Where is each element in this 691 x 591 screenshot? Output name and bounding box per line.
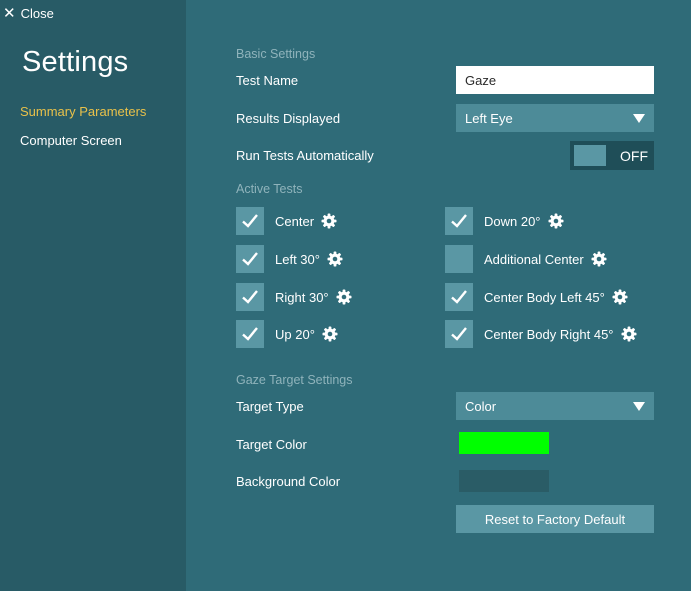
test-item-additional-center[interactable]: Additional Center <box>445 245 607 273</box>
test-name-label: Test Name <box>236 73 299 88</box>
close-icon: ✕ <box>3 4 16 22</box>
gear-icon[interactable] <box>321 213 337 229</box>
test-label: Up 20° <box>275 326 315 342</box>
page-title: Settings <box>22 46 129 78</box>
chevron-down-icon <box>633 113 645 123</box>
run-tests-automatically-label: Run Tests Automatically <box>236 148 374 163</box>
results-displayed-dropdown[interactable]: Left Eye <box>456 104 654 132</box>
gear-icon[interactable] <box>548 213 564 229</box>
test-item-center-body-left-45[interactable]: Center Body Left 45° <box>445 283 628 311</box>
sidebar: ✕ Close Settings Summary Parameters Comp… <box>0 0 186 591</box>
test-item-center[interactable]: Center <box>236 207 337 235</box>
target-type-label: Target Type <box>236 399 304 414</box>
reset-to-factory-default-button[interactable]: Reset to Factory Default <box>456 505 654 533</box>
close-button[interactable]: ✕ Close <box>3 4 54 22</box>
sidebar-item-summary-parameters[interactable]: Summary Parameters <box>20 104 146 119</box>
background-color-label: Background Color <box>236 474 341 489</box>
check-icon <box>451 327 467 341</box>
gear-icon[interactable] <box>621 326 637 342</box>
toggle-state: OFF <box>620 147 648 164</box>
settings-panel: Basic Settings Test Name Results Display… <box>186 0 691 591</box>
checkbox-unchecked[interactable] <box>445 245 473 273</box>
background-color-swatch[interactable] <box>459 470 549 492</box>
checkbox-checked[interactable] <box>236 320 264 348</box>
gear-icon[interactable] <box>591 251 607 267</box>
check-icon <box>451 214 467 228</box>
section-active-tests: Active Tests <box>236 182 303 196</box>
test-item-up-20[interactable]: Up 20° <box>236 320 338 348</box>
section-gaze-target-settings: Gaze Target Settings <box>236 373 353 387</box>
checkbox-checked[interactable] <box>236 207 264 235</box>
test-label: Center Body Left 45° <box>484 289 605 305</box>
test-item-down-20[interactable]: Down 20° <box>445 207 564 235</box>
test-item-center-body-right-45[interactable]: Center Body Right 45° <box>445 320 637 348</box>
target-type-value: Color <box>465 398 497 414</box>
checkbox-checked[interactable] <box>236 283 264 311</box>
checkbox-checked[interactable] <box>445 283 473 311</box>
test-item-right-30[interactable]: Right 30° <box>236 283 352 311</box>
run-tests-automatically-toggle[interactable]: OFF <box>570 141 654 170</box>
target-color-swatch[interactable] <box>459 432 549 454</box>
test-label: Down 20° <box>484 213 541 229</box>
test-label: Center <box>275 213 315 229</box>
test-name-input[interactable] <box>456 66 654 94</box>
check-icon <box>242 290 258 304</box>
gear-icon[interactable] <box>322 326 338 342</box>
check-icon <box>242 252 258 266</box>
gear-icon[interactable] <box>336 289 352 305</box>
check-icon <box>242 327 258 341</box>
sidebar-item-computer-screen[interactable]: Computer Screen <box>20 133 122 148</box>
toggle-knob <box>574 145 606 166</box>
section-basic-settings: Basic Settings <box>236 47 316 61</box>
gear-icon[interactable] <box>327 251 343 267</box>
checkbox-checked[interactable] <box>445 207 473 235</box>
test-label: Additional Center <box>484 251 584 267</box>
results-displayed-value: Left Eye <box>465 110 513 126</box>
test-label: Center Body Right 45° <box>484 326 614 342</box>
results-displayed-label: Results Displayed <box>236 111 341 126</box>
check-icon <box>451 290 467 304</box>
test-label: Right 30° <box>275 289 329 305</box>
checkbox-checked[interactable] <box>236 245 264 273</box>
target-color-label: Target Color <box>236 437 307 452</box>
chevron-down-icon <box>633 401 645 411</box>
checkbox-checked[interactable] <box>445 320 473 348</box>
close-label: Close <box>20 5 54 21</box>
check-icon <box>242 214 258 228</box>
test-label: Left 30° <box>275 251 320 267</box>
gear-icon[interactable] <box>612 289 628 305</box>
test-item-left-30[interactable]: Left 30° <box>236 245 343 273</box>
target-type-dropdown[interactable]: Color <box>456 392 654 420</box>
